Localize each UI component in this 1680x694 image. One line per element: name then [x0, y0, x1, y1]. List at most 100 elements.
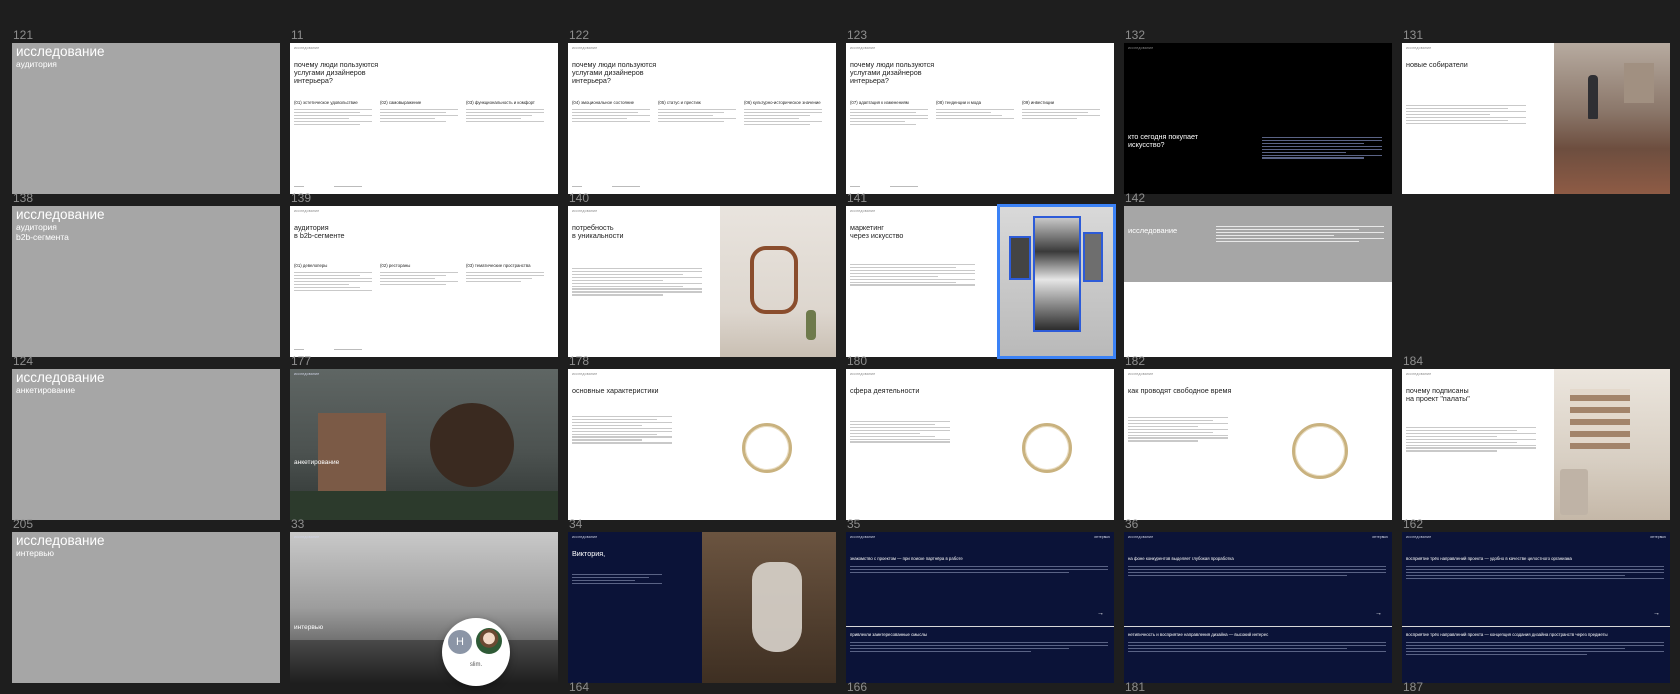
text-column: (05) статус и престиж: [658, 100, 736, 124]
slide-title: кто сегодня покупает искусство?: [1128, 132, 1199, 149]
slide-number: 124: [13, 354, 34, 368]
slide-cell: 122 исследование почему люди пользуются …: [568, 28, 836, 200]
textile-photo: [702, 532, 836, 683]
slide-title: новые собиратели: [1406, 60, 1468, 69]
text-column: (03) тематические пространства: [466, 263, 544, 284]
slide-header: исследование: [850, 535, 876, 539]
body-text: [1128, 640, 1386, 654]
slide-cell: 123 исследование почему люди пользуются …: [846, 28, 1114, 200]
slide-number: 138: [13, 191, 34, 205]
body-text: [850, 419, 950, 444]
slide-subtitle: интервью: [16, 548, 55, 558]
presence-avatars[interactable]: Н slim.: [442, 618, 510, 686]
slide-cell: 140 исследование потребность в уникально…: [568, 191, 836, 363]
slide-subtitle: нетипичность и восприятие направления ди…: [1128, 632, 1269, 637]
artwork-image: [1033, 216, 1081, 332]
slide-subtitle: анкетирование: [16, 385, 76, 395]
divider: [846, 626, 1114, 627]
slide-number: 123: [847, 28, 868, 42]
slide-title: маркетинг через искусство: [850, 223, 904, 240]
slide-title: как проводят свободное время: [1128, 386, 1232, 395]
slide-thumbnail[interactable]: исследование аудитория в b2b-сегменте (0…: [290, 206, 558, 357]
text-column: (01) эстетическое удовольствие: [294, 100, 372, 127]
body-text: [1128, 415, 1228, 443]
slide-footer: [572, 186, 832, 190]
slide-number: 141: [847, 191, 868, 205]
slide-thumbnail[interactable]: исследование интервью восприятие трёх на…: [1402, 532, 1670, 683]
slide-cell: 33 исследование интервью: [290, 517, 558, 689]
slide-thumbnail[interactable]: исследование анкетирование: [290, 369, 558, 520]
column-heading: (06) культурно-историческое значение: [744, 100, 821, 105]
slide-thumbnail[interactable]: исследование: [1124, 206, 1392, 357]
slide-number: 121: [13, 28, 34, 42]
slide-thumbnail[interactable]: исследование почему подписаны на проект …: [1402, 369, 1670, 520]
slide-header: исследование: [1406, 535, 1432, 539]
slide-thumbnail[interactable]: исследование интервью знакомство с проек…: [846, 532, 1114, 683]
slide-cell: 139 исследование аудитория в b2b-сегмент…: [290, 191, 558, 363]
column-heading: (03) тематические пространства: [466, 263, 531, 268]
selected-image-frame[interactable]: [997, 204, 1116, 359]
text-column: (01) девелоперы: [294, 263, 372, 293]
slide-thumbnail[interactable]: исследование основные характеристики: [568, 369, 836, 520]
slide-title: исследование: [16, 533, 105, 548]
body-text: [572, 414, 672, 445]
slide-thumbnail[interactable]: исследование новые собиратели: [1402, 43, 1670, 194]
slide-header-right: интервью: [1094, 535, 1110, 539]
slide-title: знакомство с проектом — при поиске партн…: [850, 556, 963, 561]
body-text: [1406, 640, 1664, 657]
slide-thumbnail[interactable]: исследование интервью: [290, 532, 558, 683]
slide-number: 132: [1125, 28, 1146, 42]
body-text: [1216, 224, 1384, 244]
slide-header: исследование: [1406, 372, 1432, 376]
slide-number: 131: [1403, 28, 1424, 42]
slide-cell: 162 исследование интервью восприятие трё…: [1402, 517, 1670, 689]
slide-band: [1124, 206, 1392, 282]
slide-subtitle: аудитория: [16, 59, 57, 69]
slide-thumbnail[interactable]: исследование почему люди пользуются услу…: [290, 43, 558, 194]
text-column: (09) инвестиции: [1022, 100, 1100, 121]
slide-header-right: интервью: [1650, 535, 1666, 539]
slide-header: исследование: [850, 372, 876, 376]
slide-thumbnail[interactable]: исследование интервью на фоне конкуренто…: [1124, 532, 1392, 683]
slide-number: 11: [291, 28, 304, 42]
slide-title: сфера деятельности: [850, 386, 920, 395]
slide-title: восприятие трёх направлений проекта — уд…: [1406, 556, 1572, 561]
divider: [1124, 626, 1392, 627]
slide-thumbnail[interactable]: исследование как проводят свободное врем…: [1124, 369, 1392, 520]
slide-header: исследование: [1128, 372, 1154, 376]
slide-thumbnail[interactable]: исследование сфера деятельности: [846, 369, 1114, 520]
slide-cell: 36 исследование интервью на фоне конкуре…: [1124, 517, 1392, 689]
column-heading: (05) статус и престиж: [658, 100, 701, 105]
slide-title: исследование: [1128, 226, 1178, 235]
slide-thumbnail[interactable]: исследование интервью: [12, 532, 280, 683]
user-avatar-initial[interactable]: Н: [448, 630, 472, 654]
building-photo: [318, 413, 386, 493]
slide-cell: 142 исследование: [1124, 191, 1392, 363]
slide-title: основные характеристики: [572, 386, 659, 395]
slide-title: исследование: [16, 44, 105, 59]
body-text: [572, 572, 662, 586]
slide-thumbnail[interactable]: исследование кто сегодня покупает искусс…: [1124, 43, 1392, 194]
slide-thumbnail[interactable]: исследование анкетирование: [12, 369, 280, 520]
column-heading: (02) рестораны: [380, 263, 411, 268]
slide-number: 142: [1125, 191, 1146, 205]
slide-thumbnail[interactable]: исследование почему люди пользуются услу…: [568, 43, 836, 194]
slide-thumbnail[interactable]: исследование аудитория b2b-сегмента: [12, 206, 280, 357]
slide-number: 184: [1403, 354, 1424, 368]
slide-thumbnail[interactable]: исследование Виктория,: [568, 532, 836, 683]
slide-thumbnail[interactable]: исследование почему люди пользуются услу…: [846, 43, 1114, 194]
slide-thumbnail[interactable]: исследование аудитория: [12, 43, 280, 194]
donut-chart: [1022, 423, 1072, 473]
slide-title: почему люди пользуются услугами дизайнер…: [572, 60, 657, 85]
artwork-image: [1083, 232, 1103, 282]
user-avatar-photo[interactable]: [476, 628, 502, 654]
body-text: [850, 262, 975, 287]
slide-subtitle: аудитория b2b-сегмента: [16, 222, 69, 242]
arrow-icon: →: [1375, 610, 1382, 617]
slide-thumbnail[interactable]: исследование потребность в уникальности: [568, 206, 836, 357]
arrow-icon: →: [1653, 610, 1660, 617]
body-text: [1406, 564, 1664, 581]
slide-number: 177: [291, 354, 312, 368]
slide-header: исследование: [850, 209, 876, 213]
slide-header: исследование: [572, 372, 598, 376]
